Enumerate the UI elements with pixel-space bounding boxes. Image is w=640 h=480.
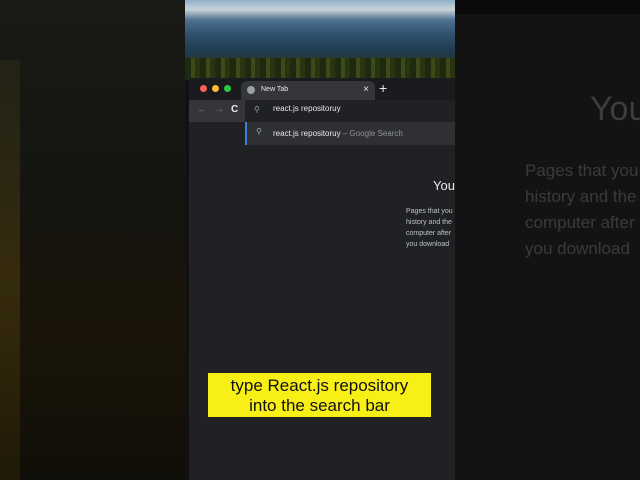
browser-window: New Tab × + ← → C ⚲ react.js repositoruy…: [189, 78, 455, 480]
toolbar: ← → C ⚲ react.js repositoruy: [189, 100, 455, 122]
omnibox-text: react.js repositoruy: [273, 104, 341, 113]
minimize-window-button[interactable]: [212, 85, 219, 92]
tab-title: New Tab: [261, 86, 289, 93]
caption-line: type React.js repository: [230, 376, 409, 395]
wallpaper-landscape: [185, 0, 455, 80]
page-description: Pages that you history and the computer af…: [406, 208, 453, 248]
close-tab-icon[interactable]: ×: [363, 84, 369, 95]
tab-new-tab[interactable]: New Tab ×: [241, 81, 375, 100]
omnibox-input[interactable]: ⚲ react.js repositoruy: [245, 100, 455, 122]
close-window-button[interactable]: [200, 85, 207, 92]
page-heading: You: [433, 178, 455, 193]
caption-line: into the search bar: [249, 396, 390, 415]
new-tab-button[interactable]: +: [379, 80, 387, 96]
tab-strip: New Tab × +: [189, 78, 455, 100]
back-button[interactable]: ←: [197, 104, 207, 115]
blurred-background-left: [0, 0, 185, 480]
zoomed-heading: You: [590, 90, 640, 128]
video-caption: type React.js repository into the search…: [207, 372, 432, 418]
zoomed-background-right: You Pages that you history and the compute…: [455, 0, 640, 480]
reload-button[interactable]: C: [231, 104, 238, 115]
globe-icon: [247, 86, 255, 94]
suggestion-query: react.js repositoruy: [273, 129, 341, 138]
suggestion-source: – Google Search: [342, 129, 403, 138]
forward-button[interactable]: →: [214, 104, 224, 115]
zoomed-text: Pages that you history and the computer af…: [525, 161, 639, 258]
maximize-window-button[interactable]: [224, 85, 231, 92]
search-icon: ⚲: [256, 127, 262, 136]
search-icon: ⚲: [254, 105, 260, 114]
omnibox-suggestion[interactable]: ⚲ react.js repositoruy – Google Search: [245, 122, 455, 145]
